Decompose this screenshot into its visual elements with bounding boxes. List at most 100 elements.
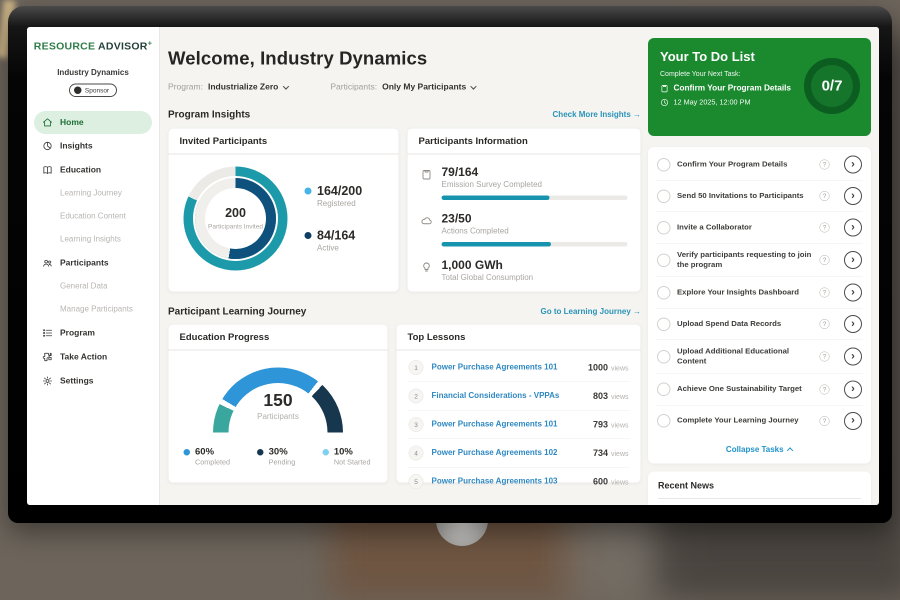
arrow-right-icon: → — [633, 307, 641, 316]
card-title: Participants Information — [408, 129, 641, 155]
settings-icon — [42, 376, 53, 387]
program-filter: Program: Industrialize Zero — [168, 82, 287, 92]
task-open-button[interactable]: › — [844, 251, 862, 269]
legend-dot — [184, 449, 191, 456]
home-icon — [42, 117, 53, 128]
main-content: Welcome, Industry Dynamics Program: Indu… — [160, 27, 648, 505]
task-checkbox[interactable] — [657, 317, 671, 331]
sidebar-item-home[interactable]: Home — [34, 111, 152, 134]
legend-active: 84/164 Active — [305, 229, 363, 254]
lesson-rank: 5 — [409, 474, 424, 489]
gauge-legend: 60% Completed 30% Pending — [169, 434, 388, 467]
task-help-icon: ? — [820, 319, 830, 329]
legend-not-started: 10% Not Started — [322, 447, 370, 467]
app-logo: RESOURCE ADVISOR+ — [27, 39, 159, 53]
task-open-button[interactable]: › — [844, 187, 862, 205]
lesson-row: 3 Power Purchase Agreements 101 793views — [408, 411, 630, 440]
go-to-learning-journey-link[interactable]: Go to Learning Journey → — [541, 307, 641, 316]
task-checkbox[interactable] — [657, 383, 671, 397]
todo-summary-card: Your To Do List Complete Your Next Task:… — [648, 38, 871, 136]
arrow-right-icon: → — [633, 110, 641, 119]
chevron-up-icon — [787, 447, 793, 453]
task-open-button[interactable]: › — [844, 380, 862, 398]
sidebar-item-learning-insights[interactable]: Learning Insights — [27, 228, 159, 251]
task-row: Verify participants requesting to join t… — [656, 244, 863, 278]
sidebar-item-general-data[interactable]: General Data — [27, 275, 159, 298]
task-open-button[interactable]: › — [844, 219, 862, 237]
program-icon — [42, 328, 53, 339]
sidebar-item-program[interactable]: Program — [27, 321, 159, 345]
sidebar-item-settings[interactable]: Settings — [27, 369, 159, 393]
lesson-row: 4 Power Purchase Agreements 102 734views — [408, 439, 630, 468]
sidebar-item-manage-participants[interactable]: Manage Participants — [27, 298, 159, 321]
active-ring: 200 Participants Invited — [195, 178, 276, 259]
task-row: Achieve One Sustainability Target ? › — [656, 374, 863, 406]
lesson-link[interactable]: Power Purchase Agreements 103 — [432, 477, 585, 486]
lesson-link[interactable]: Financial Considerations - VPPAs — [432, 392, 585, 401]
sponsor-badge: Sponsor — [69, 84, 117, 98]
task-open-button[interactable]: › — [844, 284, 862, 302]
collapse-tasks-link[interactable]: Collapse Tasks — [656, 436, 863, 462]
sidebar-item-education-content[interactable]: Education Content — [27, 205, 159, 228]
participants-filter-label: Participants: — [330, 82, 377, 92]
actions-icon — [421, 215, 433, 227]
sidebar-item-education[interactable]: Education — [27, 158, 159, 182]
lesson-row: 2 Financial Considerations - VPPAs 803vi… — [408, 382, 630, 411]
lesson-link[interactable]: Power Purchase Agreements 102 — [432, 449, 585, 458]
donut-legend: 164/200 Registered 84/164 Active — [305, 184, 363, 253]
chevron-down-icon — [470, 83, 476, 89]
participants-dropdown[interactable]: Only My Participants — [382, 82, 475, 92]
insights-icon — [42, 141, 53, 152]
lesson-link[interactable]: Power Purchase Agreements 101 — [432, 420, 585, 429]
emission-survey-row: 79/164 Emission Survey Completed — [421, 166, 628, 201]
task-open-button[interactable]: › — [844, 156, 862, 174]
task-checkbox[interactable] — [657, 350, 671, 364]
recent-news-title: Recent News — [658, 480, 861, 499]
section-title: Participant Learning Journey — [168, 306, 306, 318]
task-checkbox[interactable] — [657, 414, 671, 428]
legend-dot — [305, 188, 312, 195]
task-checkbox[interactable] — [657, 158, 671, 172]
todo-progress-ring: 0/7 — [804, 58, 860, 114]
task-open-button[interactable]: › — [844, 412, 862, 430]
take-action-icon — [42, 352, 53, 363]
task-checkbox[interactable] — [657, 286, 671, 300]
task-checkbox[interactable] — [657, 189, 671, 203]
donut-center-label: Participants Invited — [208, 223, 263, 231]
emission-survey-icon — [421, 169, 433, 181]
task-open-button[interactable]: › — [844, 348, 862, 366]
task-row: Explore Your Insights Dashboard ? › — [656, 277, 863, 309]
check-more-insights-link[interactable]: Check More Insights → — [553, 110, 641, 119]
task-row: Upload Spend Data Records ? › — [656, 309, 863, 341]
gauge-center-label: Participants — [213, 413, 343, 422]
sponsor-badge-icon — [74, 87, 82, 95]
task-row: Confirm Your Program Details ? › — [656, 149, 863, 181]
sidebar-item-take-action[interactable]: Take Action — [27, 345, 159, 369]
legend-completed: 60% Completed — [184, 447, 231, 467]
program-dropdown[interactable]: Industrialize Zero — [208, 82, 287, 92]
consumption-icon — [421, 262, 433, 274]
task-row: Upload Additional Educational Content ? … — [656, 340, 863, 374]
education-progress-gauge-chart: 150 Participants — [213, 368, 343, 434]
participants-filter: Participants: Only My Participants — [330, 82, 475, 92]
sidebar-item-learning-journey[interactable]: Learning Journey — [27, 182, 159, 205]
top-lessons-card: Top Lessons 1 Power Purchase Agreements … — [396, 324, 641, 483]
task-checkbox[interactable] — [657, 253, 671, 267]
education-progress-card: Education Progress 150 Participants 60% — [168, 324, 388, 483]
section-title: Program Insights — [168, 109, 250, 121]
clipboard-icon — [660, 84, 669, 93]
donut-center-value: 200 — [225, 206, 246, 221]
invited-participants-donut-chart: 200 Participants Invited — [184, 167, 288, 271]
participants-information-card: Participants Information 79/164 Emission… — [407, 128, 641, 292]
recent-news-card: Recent News — [648, 471, 871, 505]
clock-icon — [660, 98, 669, 107]
task-row: Send 50 Invitations to Participants ? › — [656, 181, 863, 213]
lesson-row: 1 Power Purchase Agreements 101 1000view… — [408, 354, 630, 383]
task-checkbox[interactable] — [657, 221, 671, 235]
task-open-button[interactable]: › — [844, 315, 862, 333]
sidebar-item-participants[interactable]: Participants — [27, 251, 159, 275]
lesson-link[interactable]: Power Purchase Agreements 101 — [432, 363, 580, 372]
lesson-rank: 1 — [409, 360, 424, 375]
legend-pending: 30% Pending — [257, 447, 295, 467]
sidebar-item-insights[interactable]: Insights — [27, 134, 159, 158]
